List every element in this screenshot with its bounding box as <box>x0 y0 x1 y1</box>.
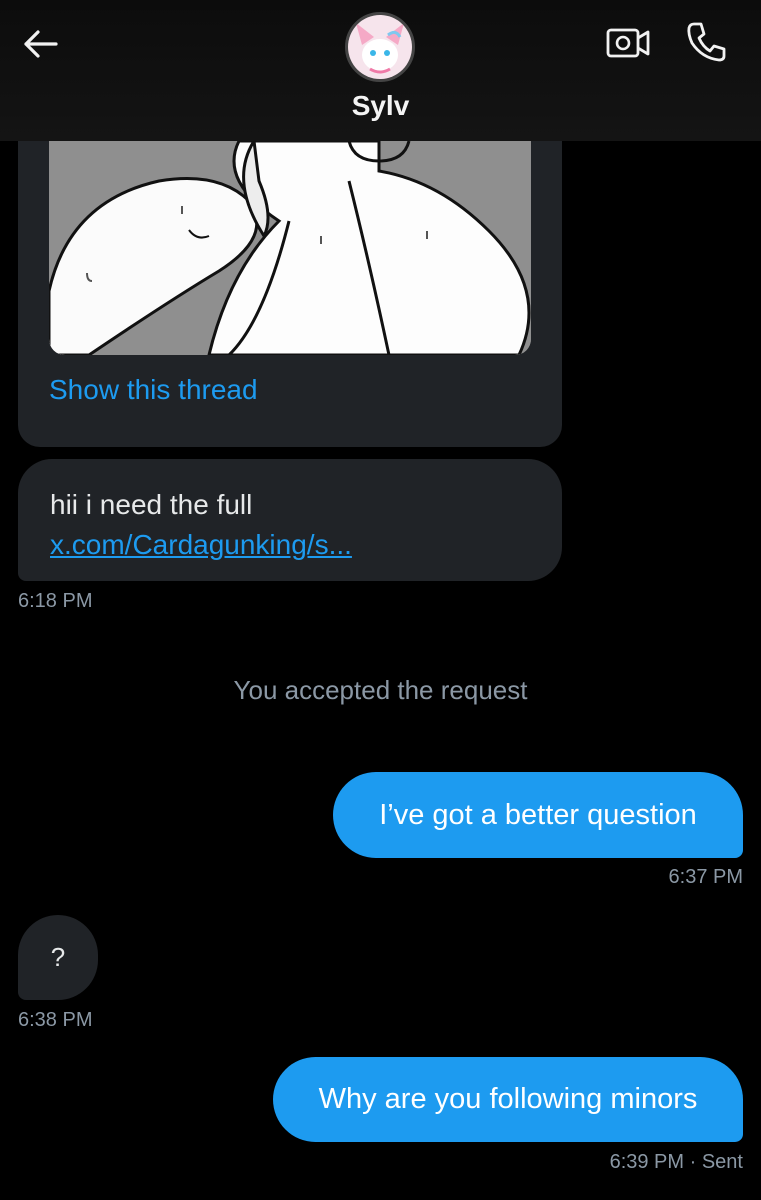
shared-post-image[interactable] <box>49 141 531 355</box>
message-timestamp: 6:38 PM <box>18 1009 93 1031</box>
message-timestamp: 6:37 PM <box>668 866 743 888</box>
message-text: hii i need the full <box>50 489 253 520</box>
message-text: Why are you following minors <box>318 1083 698 1115</box>
show-thread-link[interactable]: Show this thread <box>49 374 258 406</box>
back-button[interactable] <box>18 22 62 66</box>
request-accepted-notice: You accepted the request <box>233 675 528 705</box>
incoming-message-bubble[interactable]: ? <box>18 915 98 1000</box>
message-text: I’ve got a better question <box>379 798 697 831</box>
phone-icon <box>687 22 726 62</box>
avatar[interactable] <box>345 12 415 82</box>
post-illustration <box>49 141 531 355</box>
video-call-button[interactable] <box>604 20 652 64</box>
message-status-row: 6:39 PM · Sent <box>610 1151 743 1174</box>
conversation-title[interactable]: Sylv <box>0 90 761 122</box>
arrow-left-icon <box>24 30 58 58</box>
message-text: ? <box>50 942 66 972</box>
avatar-image <box>348 15 412 79</box>
outgoing-message-bubble[interactable]: I’ve got a better question <box>333 772 743 858</box>
message-status: Sent <box>701 1151 743 1173</box>
shared-post-card[interactable]: Show this thread <box>18 110 562 447</box>
message-timestamp: 6:18 PM <box>18 590 93 612</box>
video-camera-icon <box>606 28 650 58</box>
status-separator: · <box>689 1151 702 1173</box>
outgoing-message-bubble[interactable]: Why are you following minors <box>273 1057 743 1142</box>
message-link[interactable]: x.com/Cardagunking/s... <box>50 525 530 565</box>
incoming-message-bubble[interactable]: hii i need the full x.com/Cardagunking/s… <box>18 459 562 581</box>
conversation-header: Sylv <box>0 0 761 141</box>
message-timestamp: 6:39 PM <box>609 1151 685 1173</box>
voice-call-button[interactable] <box>682 18 730 66</box>
